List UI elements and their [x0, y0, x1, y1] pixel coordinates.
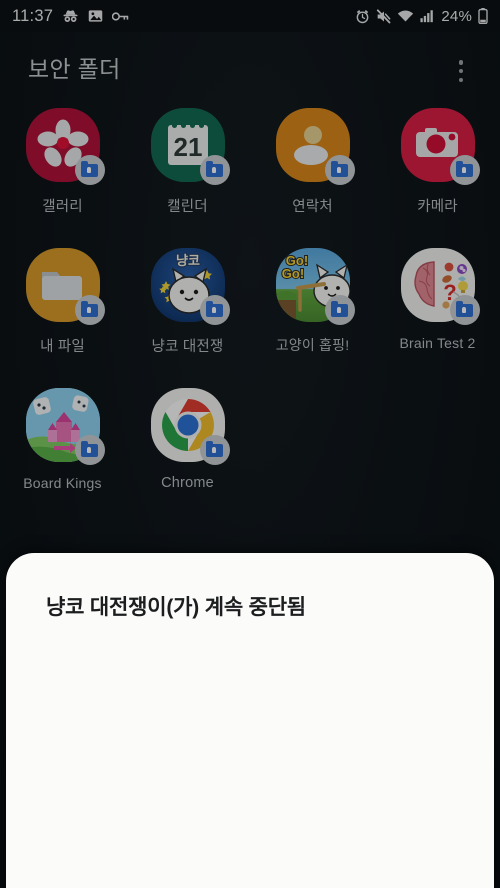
phone-screen: 11:37 24% 보안 폴더 갤러리 21 캘린더 연락처 카메라 내 파일 …	[0, 0, 500, 888]
dialog-title: 냥코 대전쟁이(가) 계속 중단됨	[46, 596, 306, 619]
crash-dialog: 냥코 대전쟁이(가) 계속 중단됨 앱 정보 앱 닫기	[6, 553, 494, 888]
